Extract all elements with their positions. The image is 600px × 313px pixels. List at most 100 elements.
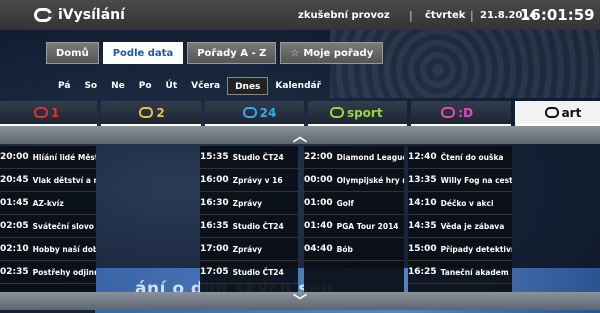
program-title: Sváteční slovo <box>32 221 94 231</box>
program-title: Zprávy v 16 <box>232 175 283 185</box>
day-sat[interactable]: So <box>77 77 104 95</box>
ct-logo-icon <box>34 107 48 118</box>
schedule-row[interactable]: 02:10Hobby naší doby <box>0 238 96 261</box>
channel-ct2[interactable]: 2 <box>101 101 201 127</box>
chevron-up-icon[interactable]: ︿ <box>292 129 308 145</box>
program-title: Taneční akadem <box>440 267 509 277</box>
schedule-row[interactable]: 22:00 Diamond League <box>304 146 404 169</box>
day-sun[interactable]: Ne <box>104 77 132 95</box>
channel-label: sport <box>346 105 383 120</box>
ct-logo-icon <box>242 107 257 118</box>
tab-home[interactable]: Domů <box>46 42 99 64</box>
schedule-row[interactable]: 14:10 Déčko v akci <box>408 192 512 215</box>
schedule-row[interactable]: 16:30 Zprávy <box>200 192 298 215</box>
schedule-row[interactable]: 20:45Vlak dětství a naděje <box>0 169 96 192</box>
schedule-row[interactable]: 12:40 Čtení do ouška <box>408 146 512 169</box>
program-time: 20:00 <box>0 152 29 162</box>
channel-label: 2 <box>156 105 165 120</box>
ct-logo-icon <box>544 107 559 118</box>
day-calendar[interactable]: Kalendář <box>268 77 328 95</box>
program-title: Studio ČT24 <box>232 152 284 162</box>
day-mon[interactable]: Po <box>132 77 159 95</box>
scroll-up-strip[interactable]: ︿ <box>0 126 600 145</box>
program-time: 01:40 <box>304 221 333 231</box>
channel-bar: 1 2 24 sport :D art <box>0 101 600 127</box>
tab-by-date[interactable]: Podle data <box>102 42 184 64</box>
mode-label: zkušební provoz <box>298 10 390 21</box>
divider: | <box>470 9 474 22</box>
program-title: Čtení do ouška <box>440 152 504 162</box>
day-tue[interactable]: Út <box>159 77 185 95</box>
program-title: Bób <box>336 244 353 254</box>
program-title: Zprávy <box>232 198 263 208</box>
program-title: PGA Tour 2014 <box>336 221 399 231</box>
day-fri[interactable]: Pá <box>51 77 77 95</box>
program-time: 17:05 <box>200 267 229 277</box>
schedule-row[interactable]: 01:00 Golf <box>304 192 404 215</box>
program-title: Studio ČT24 <box>232 221 284 231</box>
program-title: Vlak dětství a naděje <box>32 175 96 185</box>
app-title: iVysílání <box>58 7 125 23</box>
program-title: Déčko v akci <box>440 198 494 208</box>
schedule-row[interactable]: 04:40 Bób <box>304 238 404 261</box>
schedule-row[interactable]: 01:45 AZ-kvíz <box>0 192 96 215</box>
schedule-row[interactable]: 02:05 Sváteční slovo <box>0 215 96 238</box>
program-time: 01:45 <box>0 198 29 208</box>
day-today[interactable]: Dnes <box>227 77 269 95</box>
tab-my-programs[interactable]: ☆ Moje pořady <box>280 42 384 64</box>
program-title: Postřehy odjinud <box>32 267 96 277</box>
schedule-row[interactable]: 13:35 Willy Fog na cest <box>408 169 512 192</box>
channel-label: art <box>561 105 582 120</box>
schedule-column-ct24: 15:35 Studio ČT24 16:00 Zprávy v 16 16:30 Zpr… <box>200 146 298 292</box>
program-time: 14:10 <box>408 198 437 208</box>
program-time: 02:35 <box>0 267 29 277</box>
current-day: čtvrtek <box>425 10 466 21</box>
schedule-row[interactable]: 16:25 Taneční akadem <box>408 261 512 284</box>
schedule-row[interactable]: 15:00 Případy detektivn <box>408 238 512 261</box>
schedule-row[interactable]: 17:00 Zprávy <box>200 238 298 261</box>
scroll-down-strip[interactable]: ﹀ <box>0 292 600 310</box>
program-time: 16:30 <box>200 198 229 208</box>
schedule-column-ctsport: 22:00 Diamond League 00:00 Olympijské hry m… <box>304 146 404 292</box>
channel-ctd[interactable]: :D <box>411 101 511 127</box>
program-time: 22:00 <box>304 152 333 162</box>
schedule-row[interactable]: 17:05 Studio ČT24 <box>200 261 298 284</box>
program-time: 16:25 <box>408 267 437 277</box>
day-yesterday[interactable]: Včera <box>184 77 227 95</box>
ct-logo-icon <box>139 107 154 118</box>
chevron-down-icon[interactable]: ﹀ <box>292 294 308 310</box>
schedule-row[interactable]: 02:35Postřehy odjinud <box>0 261 96 284</box>
ct-logo-icon <box>34 8 54 22</box>
ct-logo-icon <box>441 107 456 118</box>
schedule-row[interactable]: 15:35 Studio ČT24 <box>200 146 298 169</box>
schedule-row[interactable]: 14:35 Věda je zábava <box>408 215 512 238</box>
program-title: Hlíání lidé Města <box>32 152 96 162</box>
channel-ctart[interactable]: art <box>514 101 600 127</box>
program-title: Věda je zábava <box>440 221 505 231</box>
program-title: Golf <box>336 198 354 208</box>
program-time: 01:00 <box>304 198 333 208</box>
program-time: 16:35 <box>200 221 229 231</box>
current-time: 16:01:59 <box>520 6 595 24</box>
program-time: 04:40 <box>304 244 333 254</box>
schedule-row[interactable]: 16:35 Studio ČT24 <box>200 215 298 238</box>
channel-ct1[interactable]: 1 <box>0 101 98 127</box>
schedule-row[interactable]: 00:00 Olympijské hry m <box>304 169 404 192</box>
channel-ct24[interactable]: 24 <box>204 101 304 127</box>
schedule-row[interactable]: 16:00 Zprávy v 16 <box>200 169 298 192</box>
schedule-column-ctd: 12:40 Čtení do ouška 13:35 Willy Fog na ces… <box>408 146 512 292</box>
channel-ctsport[interactable]: sport <box>307 101 408 127</box>
schedule-row[interactable]: 20:00Hlíání lidé Města <box>0 146 96 169</box>
program-title: Zprávy <box>232 244 263 254</box>
program-title: Diamond League <box>336 152 404 162</box>
tab-programs-a-z[interactable]: Pořady A - Z <box>187 42 277 64</box>
channel-label: 24 <box>259 105 277 120</box>
schedule-column-ct1: 20:00Hlíání lidé Města20:45Vlak dětství … <box>0 146 96 292</box>
program-time: 16:00 <box>200 175 229 185</box>
program-title: Willy Fog na cest <box>440 175 512 185</box>
tab-my-programs-label: Moje pořady <box>303 47 374 59</box>
star-icon: ☆ <box>290 47 300 59</box>
program-time: 20:45 <box>0 175 29 185</box>
schedule-row[interactable]: 01:40 PGA Tour 2014 <box>304 215 404 238</box>
top-bar: iVysílání zkušební provoz | čtvrtek | 21… <box>0 0 600 30</box>
